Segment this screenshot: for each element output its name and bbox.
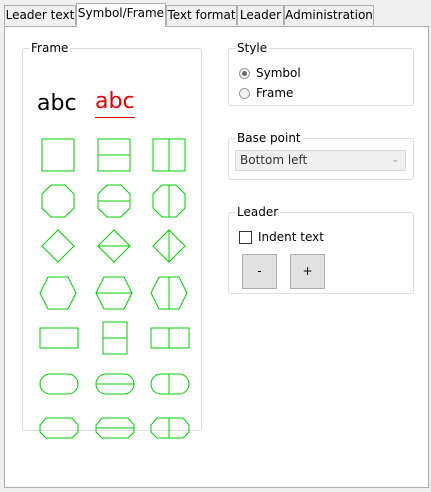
tab-strip: Leader text Symbol/Frame Text format Lea… — [0, 0, 431, 27]
radio-frame-indicator[interactable] — [239, 87, 250, 99]
radio-frame[interactable]: Frame — [239, 85, 293, 101]
tab-symbol-frame[interactable]: Symbol/Frame — [76, 3, 166, 27]
sample-text-underline — [95, 117, 135, 118]
frame-shape-hexagon-split-horizontal[interactable] — [95, 274, 135, 312]
frame-shape-octagon-split-vertical[interactable] — [150, 182, 190, 220]
frame-shape-flat-hexagon-split-horizontal[interactable] — [95, 409, 135, 447]
base-point-selected: Bottom left — [240, 153, 308, 167]
base-point-group-title: Base point — [235, 131, 303, 145]
tab-page-symbol-frame: Frame abc abc Style Symbol Frame Base po… — [4, 26, 429, 488]
frame-shape-rectangle-split-horizontal[interactable] — [95, 319, 135, 357]
radio-symbol-indicator[interactable] — [239, 67, 250, 79]
base-point-dropdown[interactable]: Bottom left ⌄ — [235, 150, 406, 171]
leader-group-title: Leader — [235, 205, 281, 219]
base-point-group: Base point Bottom left ⌄ — [228, 131, 414, 180]
frame-shape-flat-hexagon-split-vertical[interactable] — [150, 409, 190, 447]
indent-text-checkbox[interactable]: Indent text — [239, 229, 324, 245]
minus-button[interactable]: - — [242, 254, 277, 289]
tab-leader[interactable]: Leader — [237, 5, 284, 25]
sample-text-plain[interactable]: abc — [37, 92, 77, 116]
frame-shape-octagon-split-horizontal[interactable] — [95, 182, 135, 220]
leader-group: Leader Indent text - + — [228, 205, 414, 294]
frame-shape-hexagon[interactable] — [39, 274, 79, 312]
frame-group-title: Frame — [29, 41, 71, 55]
frame-shape-capsule[interactable] — [39, 365, 79, 403]
plus-button[interactable]: + — [290, 254, 325, 289]
frame-shape-square-split-horizontal[interactable] — [95, 136, 135, 174]
frame-shape-hexagon-split-vertical[interactable] — [150, 274, 190, 312]
frame-shape-rectangle-split-vertical[interactable] — [150, 319, 190, 357]
frame-group: Frame abc abc — [22, 41, 202, 439]
style-group: Style Symbol Frame — [228, 41, 414, 106]
frame-shape-rectangle[interactable] — [39, 319, 79, 357]
frame-shape-square[interactable] — [39, 136, 79, 174]
style-group-title: Style — [235, 41, 270, 55]
frame-shape-octagon[interactable] — [39, 182, 79, 220]
radio-frame-label: Frame — [256, 86, 294, 100]
frame-shape-diamond[interactable] — [39, 227, 79, 265]
radio-symbol[interactable]: Symbol — [239, 65, 301, 81]
frame-shape-flat-hexagon[interactable] — [39, 409, 79, 447]
indent-text-checkbox-box[interactable] — [239, 230, 252, 244]
tab-text-format[interactable]: Text format — [166, 5, 237, 25]
frame-shape-diamond-split-horizontal[interactable] — [95, 227, 135, 265]
tab-administration[interactable]: Administration — [284, 5, 374, 25]
frame-shape-capsule-split-vertical[interactable] — [150, 365, 190, 403]
chevron-down-icon: ⌄ — [391, 155, 399, 165]
frame-shape-diamond-split-vertical[interactable] — [150, 227, 190, 265]
tab-leader-text[interactable]: Leader text — [4, 5, 76, 25]
radio-symbol-label: Symbol — [256, 66, 301, 80]
sample-text-styled[interactable]: abc — [95, 90, 135, 114]
frame-shape-capsule-split-horizontal[interactable] — [95, 365, 135, 403]
indent-text-label: Indent text — [258, 230, 324, 244]
frame-shape-square-split-vertical[interactable] — [150, 136, 190, 174]
